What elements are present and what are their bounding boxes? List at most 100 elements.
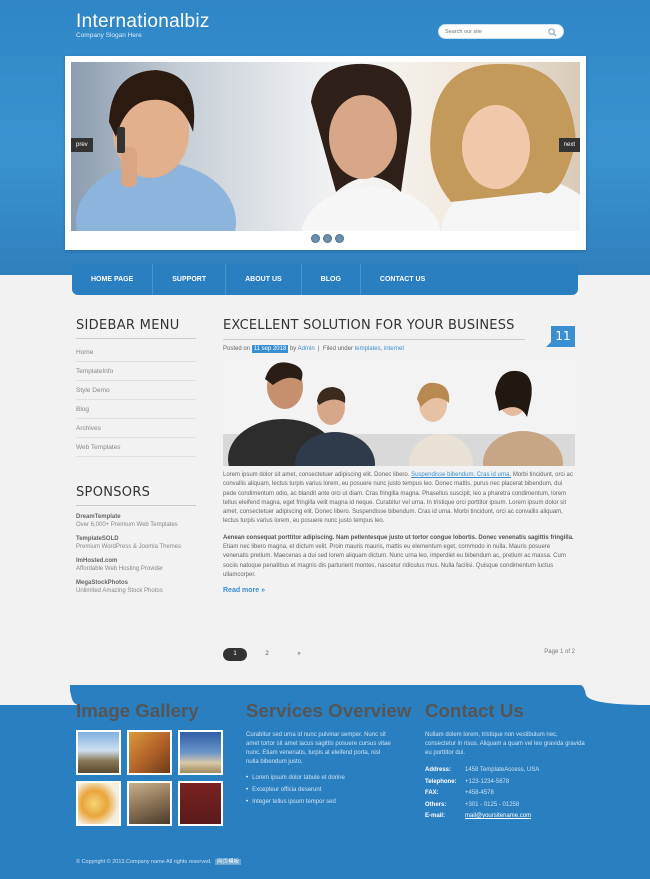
sponsor-name[interactable]: ImHosted.com bbox=[76, 558, 196, 564]
contact-label: E-mail: bbox=[425, 813, 446, 819]
contact-heading: Contact Us bbox=[425, 700, 524, 721]
search-input[interactable] bbox=[445, 27, 545, 37]
nav-item-blog[interactable]: BLOG bbox=[302, 264, 361, 295]
page-button-1[interactable]: 1 bbox=[223, 648, 247, 661]
nav-curve-left bbox=[0, 275, 78, 295]
services-heading: Services Overview bbox=[246, 700, 412, 721]
contact-label: FAX: bbox=[425, 790, 439, 796]
para-text: Lorem ipsum dolor sit amet, consectetuer… bbox=[223, 472, 412, 478]
nav-curve-right bbox=[572, 275, 650, 295]
page-button-2[interactable]: 2 bbox=[255, 648, 279, 661]
slider-photo bbox=[76, 63, 580, 231]
pagination: 1 2 » bbox=[223, 648, 311, 661]
main-nav: HOME PAGE SUPPORT ABOUT US BLOG CONTACT … bbox=[72, 264, 578, 295]
copyright-badge-link[interactable]: 网页模板 bbox=[215, 859, 242, 865]
site-slogan: Company Slogan Here bbox=[76, 32, 142, 39]
contact-label: Address: bbox=[425, 767, 452, 773]
post-meta: Posted on 11 sep 2018 by Admin | Filed u… bbox=[223, 345, 404, 353]
sponsor-name[interactable]: DreamTemplate bbox=[76, 514, 196, 520]
sidebar-item-home[interactable]: Home bbox=[76, 343, 196, 362]
search-icon[interactable] bbox=[548, 28, 557, 37]
gallery-thumb[interactable] bbox=[76, 781, 121, 826]
header: Internationalbiz Company Slogan Here Sea… bbox=[0, 0, 650, 275]
copyright: © Copyright © 2013.Company name All righ… bbox=[76, 857, 242, 865]
sponsor-item[interactable]: MegaStockPhotos Unlimited Amazing Stock … bbox=[76, 580, 196, 594]
sponsor-desc: Premium WordPress & Joomla Themes bbox=[76, 544, 182, 550]
post-image bbox=[223, 359, 575, 466]
read-more-link[interactable]: Read more » bbox=[223, 587, 575, 594]
search-box[interactable] bbox=[438, 24, 564, 39]
post-body: Lorem ipsum dolor sit amet, consectetuer… bbox=[223, 471, 575, 580]
nav-item-home[interactable]: HOME PAGE bbox=[72, 264, 154, 295]
copyright-text: © Copyright © 2013.Company name All righ… bbox=[76, 859, 212, 865]
inline-link[interactable]: Suspendisse bibendum. Cras id urna. bbox=[411, 472, 511, 478]
contact-row-email: E-mail: mail@yoursitename.com bbox=[425, 812, 585, 821]
contact-value: +301 - 0125 - 01258 bbox=[465, 801, 520, 808]
sidebar-item-web-templates[interactable]: Web Templates bbox=[76, 438, 196, 457]
email-link[interactable]: mail@yoursitename.com bbox=[465, 812, 531, 821]
sidebar-item-blog[interactable]: Blog bbox=[76, 400, 196, 419]
contact-label: Others: bbox=[425, 801, 447, 808]
meta-filed-label: Filed under bbox=[322, 346, 353, 352]
meta-author-link[interactable]: Admin bbox=[298, 346, 315, 352]
nav-item-support[interactable]: SUPPORT bbox=[153, 264, 227, 295]
date-badge: 11 bbox=[546, 326, 575, 347]
sponsor-desc: Unlimited Amazing Stock Photos bbox=[76, 588, 163, 594]
nav-item-about[interactable]: ABOUT US bbox=[226, 264, 302, 295]
sidebar-menu: Home TemplateInfo Style Demo Blog Archiv… bbox=[76, 343, 196, 457]
meta-date: 11 sep 2018 bbox=[251, 345, 289, 353]
site-logo[interactable]: Internationalbiz bbox=[76, 11, 210, 33]
sponsor-name[interactable]: MegaStockPhotos bbox=[76, 580, 196, 586]
services-list-item[interactable]: Excepteur officia deserunt bbox=[246, 786, 394, 795]
gallery-heading: Image Gallery bbox=[76, 700, 199, 721]
sidebar-menu-heading: SIDEBAR MENU bbox=[76, 318, 196, 339]
services-text: Curabitur sed urna id nunc pulvinar semp… bbox=[246, 732, 391, 765]
contact-value: +458-4578 bbox=[465, 790, 494, 796]
page-indicator: Page 1 of 2 bbox=[544, 649, 575, 655]
services-list-item[interactable]: Lorem ipsum dolor tabule et dorine bbox=[246, 774, 394, 783]
meta-category-link[interactable]: internet bbox=[384, 346, 404, 352]
post-paragraph: Lorem ipsum dolor sit amet, consectetuer… bbox=[223, 471, 575, 527]
sponsor-item[interactable]: ImHosted.com Affordable Web Hosting Prov… bbox=[76, 558, 196, 572]
meta-posted-label: Posted on bbox=[223, 346, 251, 352]
gallery-thumb[interactable] bbox=[76, 730, 121, 775]
slider-image bbox=[71, 62, 580, 231]
gallery-thumb[interactable] bbox=[127, 730, 172, 775]
page-next-button[interactable]: » bbox=[287, 648, 311, 661]
slider-dot[interactable] bbox=[311, 234, 320, 243]
post-title[interactable]: EXCELLENT SOLUTION FOR YOUR BUSINESS bbox=[223, 318, 525, 340]
nav-item-contact[interactable]: CONTACT US bbox=[361, 264, 444, 295]
sidebar-item-style-demo[interactable]: Style Demo bbox=[76, 381, 196, 400]
services-list-item[interactable]: Integer tellus ipsum tempor sed bbox=[246, 798, 394, 807]
meta-by-label: by bbox=[289, 346, 297, 352]
contact-row-others: Others: +301 - 0125 - 01258 bbox=[425, 801, 585, 810]
sponsor-item[interactable]: DreamTemplate Over 6,000+ Premium Web Te… bbox=[76, 514, 196, 528]
contact-value: 1458 TemplateAccess, USA bbox=[465, 767, 540, 773]
slider-dot[interactable] bbox=[335, 234, 344, 243]
para-text: Morbi tincidunt, orci ac convallis aliqu… bbox=[223, 472, 573, 525]
meta-category-link[interactable]: templates bbox=[355, 346, 381, 352]
contact-row-telephone: Telephone: +123-1234-5678 bbox=[425, 778, 585, 787]
sponsor-name[interactable]: TemplateSOLD bbox=[76, 536, 196, 542]
image-gallery bbox=[76, 730, 226, 826]
sidebar-item-archives[interactable]: Archives bbox=[76, 419, 196, 438]
sidebar-item-templateinfo[interactable]: TemplateInfo bbox=[76, 362, 196, 381]
gallery-thumb[interactable] bbox=[178, 781, 223, 826]
para-text: Etiam nec libero magna, et dictum velit.… bbox=[223, 544, 566, 578]
sponsors-heading: SPONSORS bbox=[76, 485, 196, 506]
contact-info: Nullam dolem lorem, tristique non vestib… bbox=[425, 731, 585, 821]
post-photo bbox=[223, 359, 575, 466]
blog-post: EXCELLENT SOLUTION FOR YOUR BUSINESS 11 … bbox=[223, 318, 575, 661]
gallery-thumb[interactable] bbox=[178, 730, 223, 775]
para-bold-text: Aenean consequat porttitor adipiscing. N… bbox=[223, 534, 574, 541]
gallery-thumb[interactable] bbox=[127, 781, 172, 826]
contact-label: Telephone: bbox=[425, 778, 457, 785]
sidebar: SIDEBAR MENU Home TemplateInfo Style Dem… bbox=[76, 318, 196, 594]
sponsor-item[interactable]: TemplateSOLD Premium WordPress & Joomla … bbox=[76, 536, 196, 550]
hero-slider: prev next bbox=[65, 56, 586, 250]
slider-dot[interactable] bbox=[323, 234, 332, 243]
slider-next-button[interactable]: next bbox=[558, 138, 580, 152]
sponsor-desc: Over 6,000+ Premium Web Templates bbox=[76, 522, 178, 528]
services-overview: Curabitur sed urna id nunc pulvinar semp… bbox=[246, 731, 394, 810]
slider-prev-button[interactable]: prev bbox=[71, 138, 93, 152]
